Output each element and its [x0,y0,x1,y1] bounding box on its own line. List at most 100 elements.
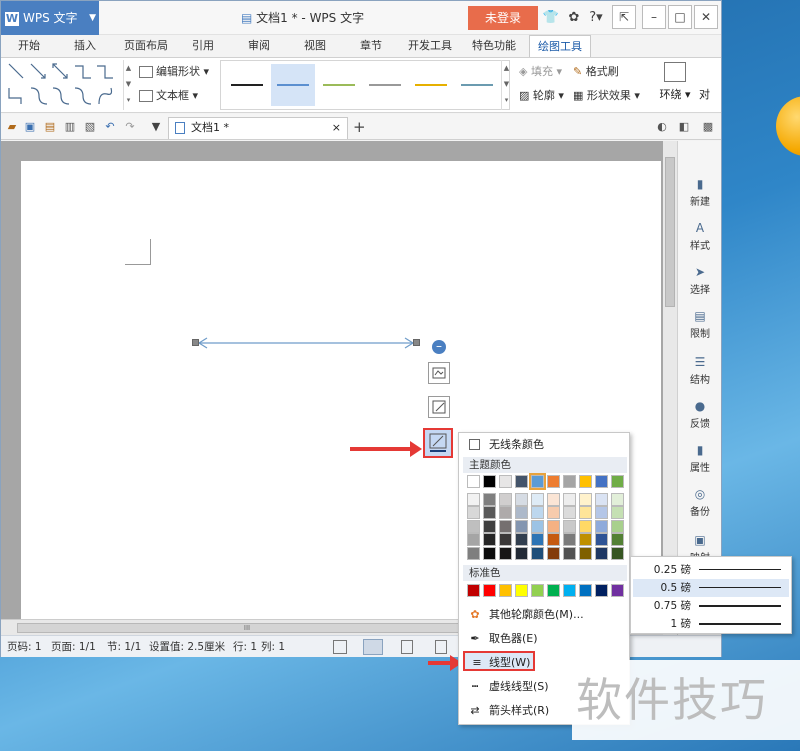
help-icon[interactable]: ?▾ [587,9,605,27]
theme-color-swatch[interactable] [563,546,576,560]
edit-shape-button[interactable]: 编辑形状 ▾ [139,62,209,82]
side-properties-button[interactable]: ▮ 属性 [678,443,722,474]
theme-color-swatch[interactable] [531,533,544,546]
tab-page-layout[interactable]: 页面布局 [117,35,175,57]
line-type-item[interactable]: ≡ 线型(W) [463,651,535,671]
login-button[interactable]: 未登录 [468,6,538,30]
shape-end-handle[interactable] [413,339,420,346]
theme-color-swatch[interactable] [467,546,480,560]
panel-switch-icon[interactable]: ◐ [655,120,669,134]
wrap-text-button[interactable]: 环绕 ▾ [655,62,695,110]
theme-color-swatch[interactable] [611,519,624,533]
line-weight-1[interactable]: 1 磅 [633,615,789,633]
standard-color-swatch[interactable] [531,584,544,597]
theme-color-swatch[interactable] [515,475,528,488]
theme-color-swatch[interactable] [563,519,576,533]
more-outline-colors-item[interactable]: ✿ 其他轮廓颜色(M)... [463,605,627,625]
theme-color-swatch[interactable] [547,519,560,533]
theme-color-swatch[interactable] [595,533,608,546]
side-backup-button[interactable]: ◎ 备份 [678,487,722,518]
theme-color-swatch[interactable] [563,506,576,519]
open-folder-icon[interactable]: ▰ [5,120,19,134]
page-view-icon[interactable] [363,639,383,655]
theme-color-swatch[interactable] [579,475,592,488]
shapes-gallery-scroll[interactable]: ▲ ▼ ▾ [123,60,133,110]
customize-toolbar-icon[interactable]: ▼ [149,120,163,134]
theme-color-swatch[interactable] [467,519,480,533]
line-style-5[interactable] [409,64,453,106]
app-menu-button[interactable]: W WPS 文字 ▼ [1,1,99,35]
theme-color-swatch[interactable] [563,533,576,546]
align-button[interactable]: 对 [699,86,710,102]
tab-insert[interactable]: 插入 [61,35,109,57]
tab-references[interactable]: 引用 [181,35,225,57]
no-line-color-item[interactable]: 无线条颜色 [463,435,627,455]
minimize-button[interactable]: – [642,5,666,29]
side-style-button[interactable]: A 样式 [678,221,722,252]
standard-color-swatch[interactable] [563,584,576,597]
tab-view[interactable]: 视图 [293,35,337,57]
theme-color-swatch[interactable] [611,506,624,519]
theme-color-swatch[interactable] [563,492,576,506]
tab-developer[interactable]: 开发工具 [401,35,459,57]
theme-color-swatch[interactable] [547,475,560,488]
theme-color-swatch[interactable] [483,492,496,506]
theme-color-swatch[interactable] [467,475,480,488]
standard-color-swatch[interactable] [515,584,528,597]
selected-double-arrow-line[interactable] [195,337,417,349]
side-new-button[interactable]: ▮ 新建 [678,177,722,208]
theme-color-swatch[interactable] [483,533,496,546]
save-icon[interactable]: ▣ [23,120,37,134]
standard-color-swatch[interactable] [595,584,608,597]
line-style-2[interactable] [271,64,315,106]
theme-color-swatch[interactable] [529,473,546,490]
theme-color-swatch[interactable] [515,546,528,560]
document-tab[interactable]: 文档1 * × [168,117,348,139]
theme-color-swatch[interactable] [579,533,592,546]
undo-icon[interactable]: ↶ [103,120,117,134]
theme-color-swatch[interactable] [499,506,512,519]
restore-toolbar-icon[interactable]: ⇱ [612,5,636,29]
redo-icon[interactable]: ↷ [123,120,137,134]
theme-color-swatch[interactable] [483,519,496,533]
collapse-toolbar-icon[interactable]: – [432,340,446,354]
eyedropper-item[interactable]: ✒ 取色器(E) [463,629,627,649]
theme-color-swatch[interactable] [579,492,592,506]
fill-button[interactable]: ◈ 填充 ▾ [519,62,562,82]
line-weight-0-5[interactable]: 0.5 磅 [633,579,789,597]
theme-color-swatch[interactable] [515,506,528,519]
vertical-scroll-thumb[interactable] [665,157,675,307]
theme-color-swatch[interactable] [499,533,512,546]
theme-color-swatch[interactable] [547,492,560,506]
connector-shapes-gallery[interactable] [7,62,119,108]
theme-color-swatch[interactable] [579,519,592,533]
theme-color-swatch[interactable] [563,475,576,488]
export-pdf-icon[interactable]: ▤ [43,120,57,134]
theme-color-swatch[interactable] [483,546,496,560]
theme-color-swatch[interactable] [483,475,496,488]
theme-color-swatch[interactable] [547,533,560,546]
theme-color-swatch[interactable] [515,492,528,506]
standard-color-swatch[interactable] [499,584,512,597]
layout-options-button[interactable] [428,362,450,384]
standard-color-swatch[interactable] [467,584,480,597]
standard-color-swatch[interactable] [483,584,496,597]
theme-color-swatch[interactable] [467,492,480,506]
shape-fill-button[interactable] [428,396,450,418]
theme-color-swatch[interactable] [579,506,592,519]
theme-color-swatch[interactable] [499,492,512,506]
tab-drawing-tools[interactable]: 绘图工具 [529,35,591,57]
standard-color-swatch[interactable] [547,584,560,597]
shape-start-handle[interactable] [192,339,199,346]
theme-color-swatch[interactable] [595,506,608,519]
horizontal-scroll-thumb[interactable]: III [17,623,477,633]
line-style-6[interactable] [455,64,499,106]
theme-color-swatch[interactable] [483,506,496,519]
theme-color-swatch[interactable] [611,546,624,560]
theme-color-swatch[interactable] [467,506,480,519]
close-button[interactable]: ✕ [694,5,718,29]
theme-color-swatch[interactable] [547,506,560,519]
print-icon[interactable]: ▥ [63,120,77,134]
shape-effects-button[interactable]: ▦ 形状效果 ▾ [573,86,640,106]
shape-outline-button[interactable] [423,428,453,458]
